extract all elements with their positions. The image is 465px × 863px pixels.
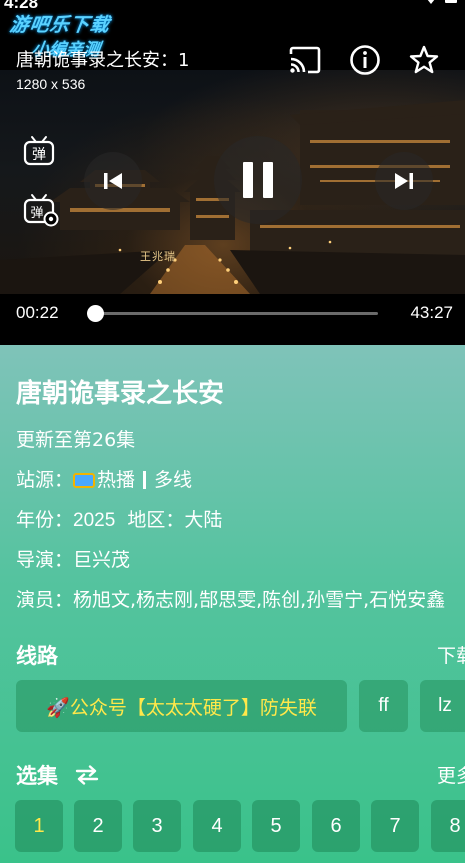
skip-previous-icon xyxy=(104,173,122,189)
year-label: 年份： xyxy=(16,509,74,531)
episode-title: 唐朝诡事录之长安：1 xyxy=(16,50,190,71)
cast-icon xyxy=(289,46,321,74)
source-name[interactable]: 热播 xyxy=(97,469,135,491)
status-bar-icons xyxy=(421,0,459,14)
download-button[interactable]: 下载 xyxy=(437,641,465,668)
previous-episode-button[interactable] xyxy=(84,152,142,210)
year-value: 2025 xyxy=(73,510,116,531)
episode-8[interactable]: 8 xyxy=(431,800,465,852)
pause-button[interactable] xyxy=(214,136,302,224)
episode-5[interactable]: 5 xyxy=(252,800,300,852)
total-time: 43:27 xyxy=(410,303,453,322)
danmu-icon: 弹 xyxy=(23,136,55,166)
favorite-button[interactable] xyxy=(406,42,442,78)
tv-icon xyxy=(73,473,96,488)
routes-section-title: 线路 xyxy=(16,644,58,668)
seek-thumb[interactable] xyxy=(87,305,105,322)
episode-2[interactable]: 2 xyxy=(74,800,122,852)
video-player[interactable]: 王兆瑞 4:28 游吧乐下载 小编亲测 唐朝诡事录之长安：1 1280 x 53… xyxy=(0,0,465,345)
info-button[interactable] xyxy=(347,42,383,78)
resolution-text: 1280 x 536 xyxy=(16,76,86,92)
svg-text:弹: 弹 xyxy=(30,206,43,221)
year-region-row: 年份：2025 地区：大陆 xyxy=(16,505,222,532)
source-row: 站源： 热播 多线 xyxy=(16,465,192,492)
danmu-settings-icon: 弹 xyxy=(23,194,59,227)
source-multi-line[interactable]: 多线 xyxy=(154,469,192,491)
route-chip-2[interactable]: lz xyxy=(420,680,465,732)
update-status: 更新至第26集 xyxy=(16,429,136,451)
next-episode-button[interactable] xyxy=(375,152,433,210)
show-title: 唐朝诡事录之长安 xyxy=(16,379,225,409)
info-icon xyxy=(350,45,380,75)
episode-6[interactable]: 6 xyxy=(312,800,360,852)
danmu-toggle-button[interactable]: 弹 xyxy=(22,134,60,170)
current-time: 00:22 xyxy=(16,303,59,322)
cast-button[interactable] xyxy=(287,42,323,78)
wifi-battery-icon xyxy=(427,0,457,4)
star-icon xyxy=(409,45,439,74)
detail-panel: 唐朝诡事录之长安 更新至第26集 站源： 热播 多线 年份：2025 地区：大陆 导… xyxy=(0,345,465,863)
watermark-line-1: 游吧乐下载 xyxy=(8,14,112,36)
seek-bar[interactable] xyxy=(87,305,378,322)
episode-1[interactable]: 1 xyxy=(15,800,63,852)
source-label: 站源： xyxy=(16,469,74,491)
episodes-title-text: 选集 xyxy=(16,764,58,788)
pause-icon xyxy=(243,162,273,198)
episode-7[interactable]: 7 xyxy=(371,800,419,852)
director-value: 巨兴茂 xyxy=(73,549,131,571)
danmu-settings-button[interactable]: 弹 xyxy=(22,192,60,228)
episodes-section-title: 选集 xyxy=(16,760,99,790)
scene-caption: 王兆瑞 xyxy=(140,250,176,263)
cast-value: 杨旭文,杨志刚,郜思雯,陈创,孙雪宁,石悦安鑫 xyxy=(73,589,446,611)
route-chip-0[interactable]: 🚀公众号【太太太硬了】防失联 xyxy=(16,680,347,732)
svg-text:弹: 弹 xyxy=(32,147,46,163)
cast-label: 演员： xyxy=(16,589,74,611)
region-value: 大陆 xyxy=(184,509,223,531)
episode-3[interactable]: 3 xyxy=(133,800,181,852)
swap-sort-icon[interactable] xyxy=(75,765,99,785)
cast-row: 演员：杨旭文,杨志刚,郜思雯,陈创,孙雪宁,石悦安鑫 xyxy=(16,585,445,612)
director-label: 导演： xyxy=(16,549,74,571)
episode-4[interactable]: 4 xyxy=(193,800,241,852)
director-row: 导演：巨兴茂 xyxy=(16,545,130,572)
route-chip-1[interactable]: ff xyxy=(359,680,408,732)
more-episodes-button[interactable]: 更多 xyxy=(437,761,465,788)
region-label: 地区： xyxy=(127,509,185,531)
source-separator xyxy=(143,471,147,489)
skip-next-icon xyxy=(395,173,413,189)
